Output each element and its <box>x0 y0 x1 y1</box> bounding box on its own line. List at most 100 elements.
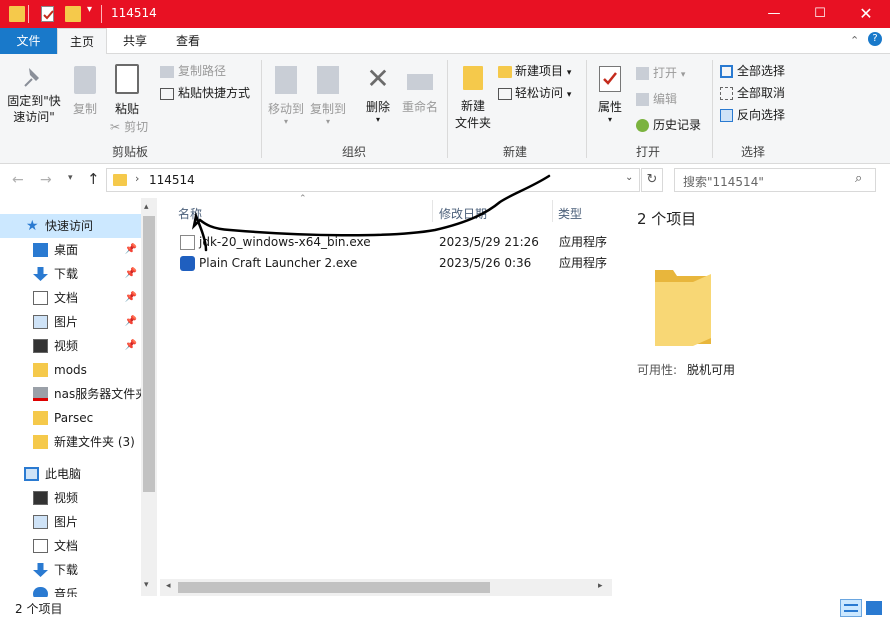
delete-button[interactable]: ✕ 删除 ▾ <box>362 60 394 132</box>
divider <box>432 200 433 222</box>
folder-icon <box>33 435 48 449</box>
properties-quick-icon[interactable] <box>41 6 54 22</box>
nav-label: 文档 <box>54 291 79 305</box>
paste-label: 粘贴 <box>114 102 139 116</box>
clipboard-group-label: 剪贴板 <box>112 145 149 159</box>
nav-item[interactable]: mods <box>0 358 141 382</box>
file-list-horizontal-scrollbar[interactable]: ◂ ▸ <box>160 579 612 596</box>
folder-icon <box>33 411 48 425</box>
nav-item[interactable]: nas服务器文件夹 <box>0 382 141 406</box>
file-type: 应用程序 <box>559 235 608 249</box>
pin-icon <box>24 68 39 87</box>
breadcrumb-current[interactable]: 114514 <box>149 173 195 187</box>
rename-label: 重命名 <box>401 100 438 114</box>
maximize-button[interactable]: ☐ <box>797 1 843 28</box>
refresh-button[interactable]: ↻ <box>641 168 663 192</box>
navigation-pane: ★ 快速访问 桌面 📌 下载 📌 文档 📌 图片 📌 视频 📌 mods nas服务器文件夹 Parse… <box>0 198 157 601</box>
open-button[interactable]: 打开 ▾ <box>636 64 685 81</box>
tab-share[interactable]: 共享 <box>110 28 160 54</box>
nav-item[interactable]: 图片 📌 <box>0 310 141 334</box>
select-all-button[interactable]: 全部选择 <box>720 62 785 79</box>
scroll-up-icon[interactable]: ▴ <box>144 202 149 212</box>
tab-view[interactable]: 查看 <box>163 28 213 54</box>
column-header-date[interactable]: 修改日期 <box>439 205 487 222</box>
scroll-left-icon[interactable]: ◂ <box>166 581 171 591</box>
nav-item[interactable]: 下载 📌 <box>0 262 141 286</box>
nav-item[interactable]: 视频 📌 <box>0 334 141 358</box>
nav-item[interactable]: 桌面 📌 <box>0 238 141 262</box>
paste-shortcut-icon <box>160 87 174 100</box>
file-type: 应用程序 <box>559 256 608 270</box>
easy-access-button[interactable]: 轻松访问 ▾ <box>498 84 571 101</box>
pin-to-quick-access-button[interactable]: 固定到"快速访问" <box>6 60 62 132</box>
new-item-button[interactable]: 新建项目 ▾ <box>498 62 571 79</box>
details-pane: 2 个项目 可用性: 脱机可用 <box>613 198 890 596</box>
nav-item[interactable]: 文档 <box>0 534 141 558</box>
back-arrow-icon[interactable]: ← <box>12 172 24 188</box>
new-folder-quick-icon[interactable] <box>65 6 81 22</box>
file-name: Plain Craft Launcher 2.exe <box>199 256 358 270</box>
file-row[interactable]: Plain Craft Launcher 2.exe 2023/5/26 0:36… <box>176 253 612 274</box>
edit-icon <box>636 93 649 106</box>
nav-scrollbar[interactable]: ▴ ▾ <box>141 198 157 596</box>
details-view-button[interactable] <box>840 599 862 617</box>
search-input[interactable]: 搜索"114514" ⌕ <box>674 168 876 192</box>
scroll-down-icon[interactable]: ▾ <box>144 580 149 590</box>
chevron-down-icon: ▾ <box>680 70 686 80</box>
select-none-button[interactable]: 全部取消 <box>720 84 785 101</box>
tab-home[interactable]: 主页 <box>57 28 107 55</box>
scroll-thumb[interactable] <box>143 216 155 492</box>
recent-locations-chevron-icon[interactable]: ▾ <box>68 173 73 183</box>
nav-item[interactable]: 视频 <box>0 486 141 510</box>
copy-path-button[interactable]: 复制路径 <box>160 62 226 79</box>
minimize-button[interactable]: — <box>751 1 797 28</box>
scroll-right-icon[interactable]: ▸ <box>598 581 603 591</box>
download-icon <box>33 267 48 281</box>
edit-button[interactable]: 编辑 <box>636 90 677 107</box>
nav-item[interactable]: 下载 <box>0 558 141 582</box>
large-icons-view-button[interactable] <box>866 601 882 615</box>
address-dropdown-icon[interactable]: ⌄ <box>625 172 633 183</box>
nav-item[interactable]: 图片 <box>0 510 141 534</box>
column-header-type[interactable]: 类型 <box>558 205 582 222</box>
nav-item-this-pc[interactable]: 此电脑 <box>0 462 141 486</box>
scroll-thumb[interactable] <box>178 582 490 593</box>
tab-file[interactable]: 文件 <box>0 28 57 54</box>
pin-icon[interactable]: 📌 <box>125 262 137 286</box>
invert-selection-button[interactable]: 反向选择 <box>720 106 785 123</box>
forward-arrow-icon[interactable]: → <box>40 172 52 188</box>
breadcrumb-chevron-icon[interactable]: › <box>135 172 139 185</box>
properties-button[interactable]: 属性 ▾ <box>592 60 628 132</box>
nav-item-quick-access[interactable]: ★ 快速访问 <box>0 214 141 238</box>
rename-button[interactable]: 重命名 <box>400 60 440 132</box>
sort-ascending-icon: ⌃ <box>299 194 307 204</box>
help-icon[interactable]: ? <box>868 32 882 46</box>
cut-button[interactable]: ✂ 剪切 <box>110 118 148 135</box>
paste-shortcut-button[interactable]: 粘贴快捷方式 <box>160 84 250 101</box>
cut-label: 剪切 <box>124 120 149 134</box>
copy-button[interactable]: 复制 <box>70 60 100 132</box>
copy-to-button[interactable]: 复制到 ▾ <box>308 60 348 132</box>
close-button[interactable]: ✕ <box>843 1 889 28</box>
history-button[interactable]: 历史记录 <box>636 116 701 133</box>
availability-label: 可用性: <box>637 363 678 377</box>
nav-item[interactable]: 新建文件夹 (3) <box>0 430 141 454</box>
new-folder-button[interactable]: 新建 文件夹 <box>452 60 494 132</box>
nav-item[interactable]: 文档 📌 <box>0 286 141 310</box>
pin-icon[interactable]: 📌 <box>125 238 137 262</box>
picture-icon <box>33 315 48 329</box>
divider <box>28 5 29 23</box>
address-bar[interactable]: › 114514 ⌄ <box>106 168 640 192</box>
nav-item[interactable]: Parsec <box>0 406 141 430</box>
open-label: 打开 <box>653 66 678 80</box>
divider <box>712 60 713 158</box>
move-to-button[interactable]: 移动到 ▾ <box>266 60 306 132</box>
pin-icon[interactable]: 📌 <box>125 334 137 358</box>
collapse-ribbon-icon[interactable]: ⌃ <box>850 34 859 47</box>
pin-icon[interactable]: 📌 <box>125 310 137 334</box>
quick-access-toolbar-dropdown-icon[interactable]: ▾ <box>87 4 92 15</box>
column-header-name[interactable]: 名称 <box>178 205 202 222</box>
up-arrow-icon[interactable]: ↑ <box>87 170 100 188</box>
pin-icon[interactable]: 📌 <box>125 286 137 310</box>
file-row[interactable]: jdk-20_windows-x64_bin.exe 2023/5/29 21:2… <box>176 232 612 253</box>
